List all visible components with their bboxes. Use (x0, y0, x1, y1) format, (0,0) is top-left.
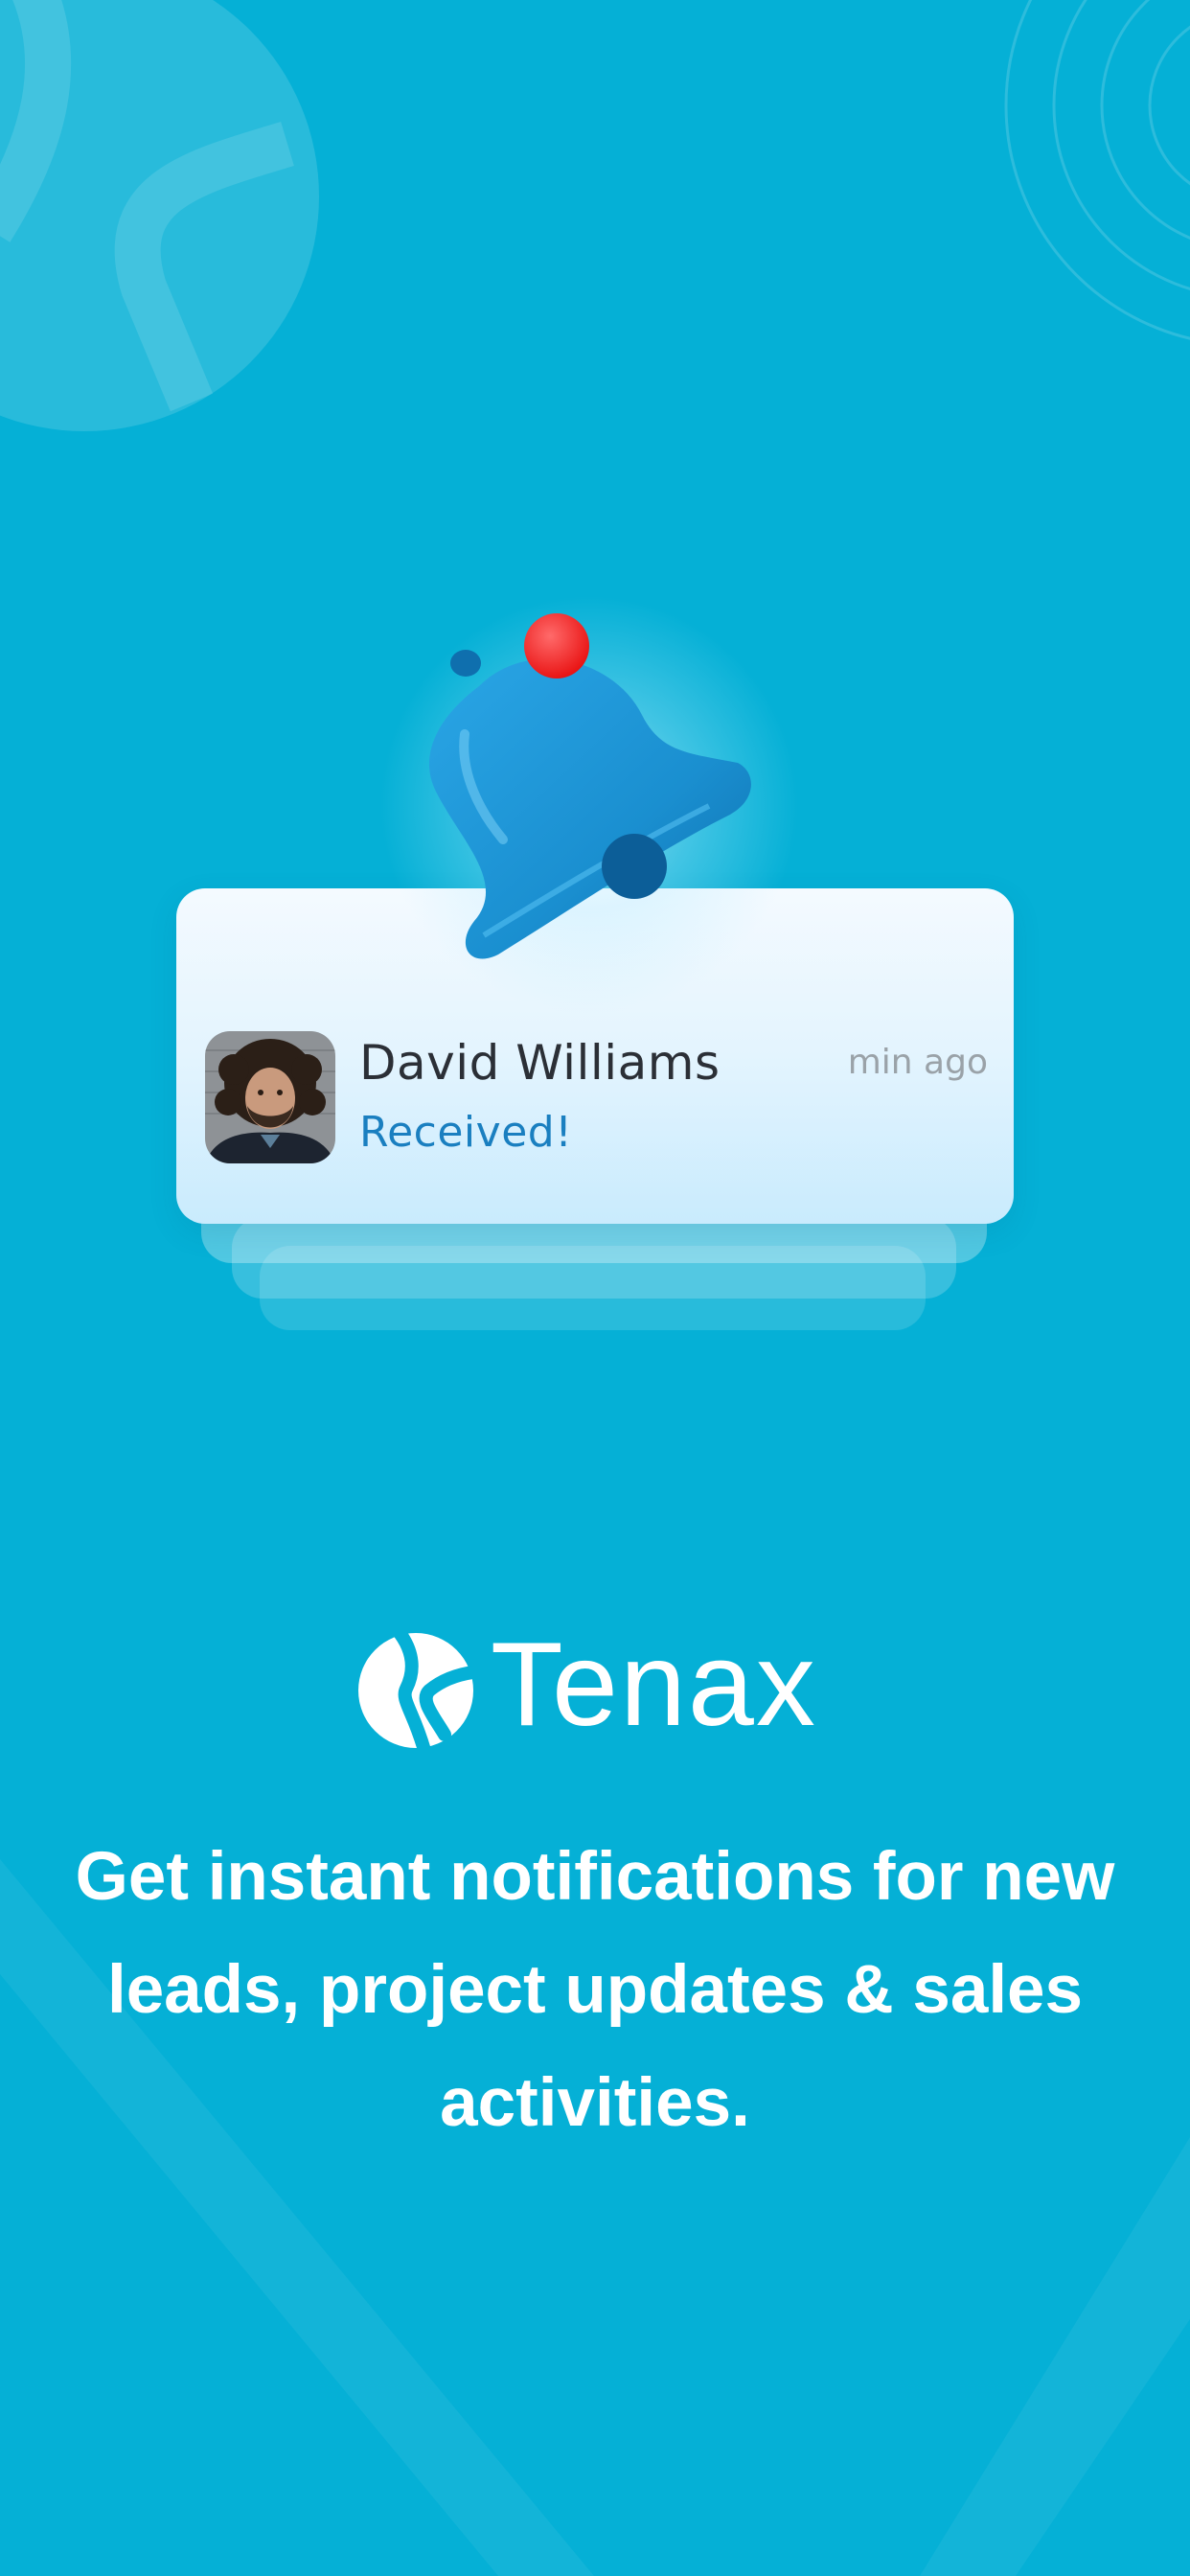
tenax-logo-icon (358, 1633, 473, 1748)
tagline: Get instant notifications for new leads,… (75, 1839, 1115, 2141)
avatar (205, 1031, 335, 1163)
bell-icon (428, 613, 751, 959)
brand: Tenax (358, 1625, 837, 1750)
sender-name: David Williams (359, 1035, 721, 1091)
brand-name: Tenax (491, 1619, 817, 1751)
notification-message: Received! (359, 1108, 573, 1157)
notification-time: min ago (847, 1043, 988, 1082)
